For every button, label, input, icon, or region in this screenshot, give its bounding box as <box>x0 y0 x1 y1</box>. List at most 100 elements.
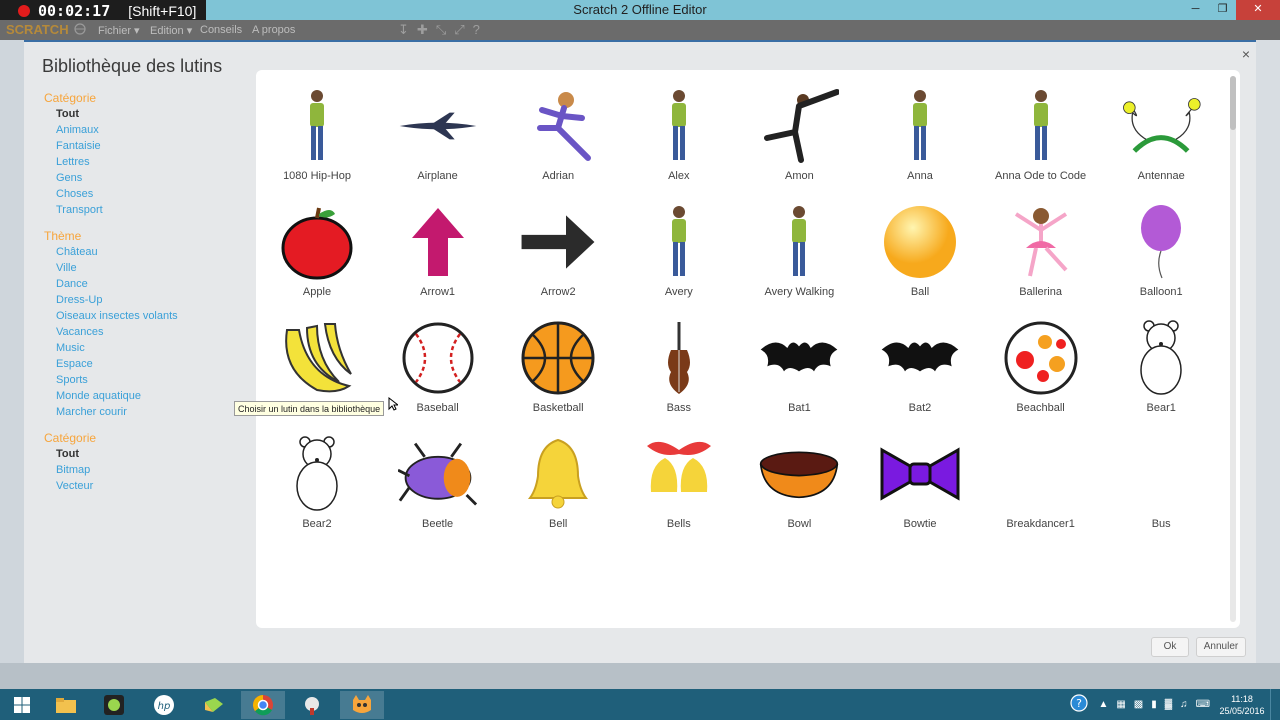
scratch-app-icon[interactable] <box>340 691 384 719</box>
move-icon[interactable]: ✚ <box>417 22 428 38</box>
sprite-tile[interactable]: Bat1 <box>739 308 859 424</box>
sprite-tile[interactable]: Bowl <box>739 424 859 540</box>
sprite-tile[interactable]: Apple <box>257 192 377 308</box>
category-item[interactable]: Choses <box>56 186 256 202</box>
minimize-icon[interactable]: ─ <box>1182 0 1209 20</box>
sprite-tile[interactable]: Arrow1 <box>378 192 498 308</box>
sprite-tile[interactable]: Beachball <box>981 308 1101 424</box>
shrink-icon[interactable]: ⤢ <box>454 22 464 38</box>
category-item[interactable]: Animaux <box>56 122 256 138</box>
theme-item[interactable]: Ville <box>56 260 256 276</box>
close-icon[interactable]: × <box>1242 46 1250 62</box>
clock[interactable]: 11:18 25/05/2016 <box>1214 693 1270 717</box>
hp-icon[interactable]: hp <box>142 691 186 719</box>
scrollbar[interactable] <box>1230 76 1236 622</box>
chevron-up-icon[interactable]: ▲ <box>1098 699 1108 710</box>
sprite-tile[interactable]: Ball <box>860 192 980 308</box>
windows-start-icon[interactable] <box>0 691 44 719</box>
record-icon[interactable] <box>18 5 30 17</box>
file-explorer-icon[interactable] <box>44 691 88 719</box>
sprite-tile[interactable]: Bat2 <box>860 308 980 424</box>
category-item[interactable]: Lettres <box>56 154 256 170</box>
sprite-label: Bowl <box>787 518 812 530</box>
menu-edit[interactable]: Edition ▾ <box>150 24 192 37</box>
media-player-icon[interactable] <box>92 691 136 719</box>
menu-file[interactable]: Fichier ▾ <box>98 24 140 37</box>
keyboard-icon[interactable]: ⌨ <box>1196 699 1210 710</box>
sprite-tile[interactable]: Amon <box>739 76 859 192</box>
theme-item[interactable]: Vacances <box>56 324 256 340</box>
app-icon[interactable] <box>290 691 334 719</box>
sprite-tile[interactable]: Ballerina <box>981 192 1101 308</box>
category-item[interactable]: Fantaisie <box>56 138 256 154</box>
folder-icon[interactable] <box>192 691 236 719</box>
sprite-tile[interactable]: Bells <box>619 424 739 540</box>
menu-tips[interactable]: Conseils <box>200 24 242 36</box>
sprite-tile[interactable]: Bus <box>1101 424 1221 540</box>
theme-item[interactable]: Sports <box>56 372 256 388</box>
chrome-icon[interactable] <box>241 691 285 719</box>
theme-item[interactable]: Oiseaux insectes volants <box>56 308 256 324</box>
sprite-tile[interactable]: Airplane <box>378 76 498 192</box>
category-item[interactable]: Tout <box>56 106 256 122</box>
theme-item[interactable]: Monde aquatique <box>56 388 256 404</box>
menu-about[interactable]: A propos <box>252 24 295 36</box>
sprite-tile[interactable]: Bear2 <box>257 424 377 540</box>
theme-item[interactable]: Espace <box>56 356 256 372</box>
bat-icon <box>880 318 960 398</box>
sprite-tile[interactable]: Beetle <box>378 424 498 540</box>
theme-item[interactable]: Music <box>56 340 256 356</box>
help-icon[interactable]: ? <box>1070 694 1089 715</box>
sprite-label: Bells <box>666 518 691 530</box>
theme-header: Thème <box>44 229 82 243</box>
globe-icon[interactable] <box>74 23 86 38</box>
signal-icon[interactable]: ▓ <box>1165 699 1172 710</box>
sprite-tile[interactable]: Bowtie <box>860 424 980 540</box>
sprite-tile[interactable]: Arrow2 <box>498 192 618 308</box>
network-icon[interactable]: ▩ <box>1134 699 1143 710</box>
sprite-tile[interactable]: Avery Walking <box>739 192 859 308</box>
sprite-tile[interactable]: Breakdancer1 <box>981 424 1101 540</box>
system-tray: ? ▲ ▦ ▩ ▮ ▓ ♫ ⌨ 11:18 25/05/2016 <box>1070 689 1280 720</box>
sprite-tile[interactable]: Bear1 <box>1101 308 1221 424</box>
sprite-tile[interactable]: Anna Ode to Code <box>981 76 1101 192</box>
help-icon[interactable]: ? <box>473 22 480 38</box>
ball-icon <box>880 202 960 282</box>
blank-icon <box>1121 434 1201 514</box>
theme-item[interactable]: Dance <box>56 276 256 292</box>
sprite-tile[interactable]: Basketball <box>498 308 618 424</box>
cancel-button[interactable]: Annuler <box>1196 637 1246 657</box>
sprite-label: Apple <box>302 286 332 298</box>
sprite-tile[interactable]: Bell <box>498 424 618 540</box>
theme-item[interactable]: Château <box>56 244 256 260</box>
theme-item[interactable]: Marcher courir <box>56 404 256 420</box>
editor-background-left <box>0 40 24 665</box>
type-item[interactable]: Bitmap <box>56 462 256 478</box>
sprite-tile[interactable]: Balloon1 <box>1101 192 1221 308</box>
type-item[interactable]: Vecteur <box>56 478 256 494</box>
close-window-icon[interactable]: ✕ <box>1236 0 1280 20</box>
sprite-tile[interactable]: Avery <box>619 192 739 308</box>
sprite-label: Beetle <box>421 518 454 530</box>
sprite-tile[interactable]: Adrian <box>498 76 618 192</box>
sprite-tile[interactable]: Antennae <box>1101 76 1221 192</box>
sprite-label: Bell <box>549 518 568 530</box>
windows-tray-icon[interactable]: ▦ <box>1116 699 1125 710</box>
battery-icon[interactable]: ▮ <box>1151 699 1157 710</box>
theme-item[interactable]: Dress-Up <box>56 292 256 308</box>
ok-button[interactable]: Ok <box>1151 637 1189 657</box>
sprite-tile[interactable]: 1080 Hip-Hop <box>257 76 377 192</box>
category-item[interactable]: Gens <box>56 170 256 186</box>
sprite-tile[interactable]: Anna <box>860 76 980 192</box>
scrollbar-thumb[interactable] <box>1230 76 1236 130</box>
grow-icon[interactable]: ⤡ <box>436 22 446 38</box>
category-item[interactable]: Transport <box>56 202 256 218</box>
sprite-tile[interactable]: Alex <box>619 76 739 192</box>
stamp-icon[interactable]: ↧ <box>398 22 409 38</box>
baseball-icon <box>398 318 478 398</box>
type-item[interactable]: Tout <box>56 446 256 462</box>
show-desktop-button[interactable] <box>1270 689 1280 720</box>
volume-icon[interactable]: ♫ <box>1180 699 1188 710</box>
maximize-icon[interactable]: ❐ <box>1209 0 1236 20</box>
sprite-tile[interactable]: Bass <box>619 308 739 424</box>
